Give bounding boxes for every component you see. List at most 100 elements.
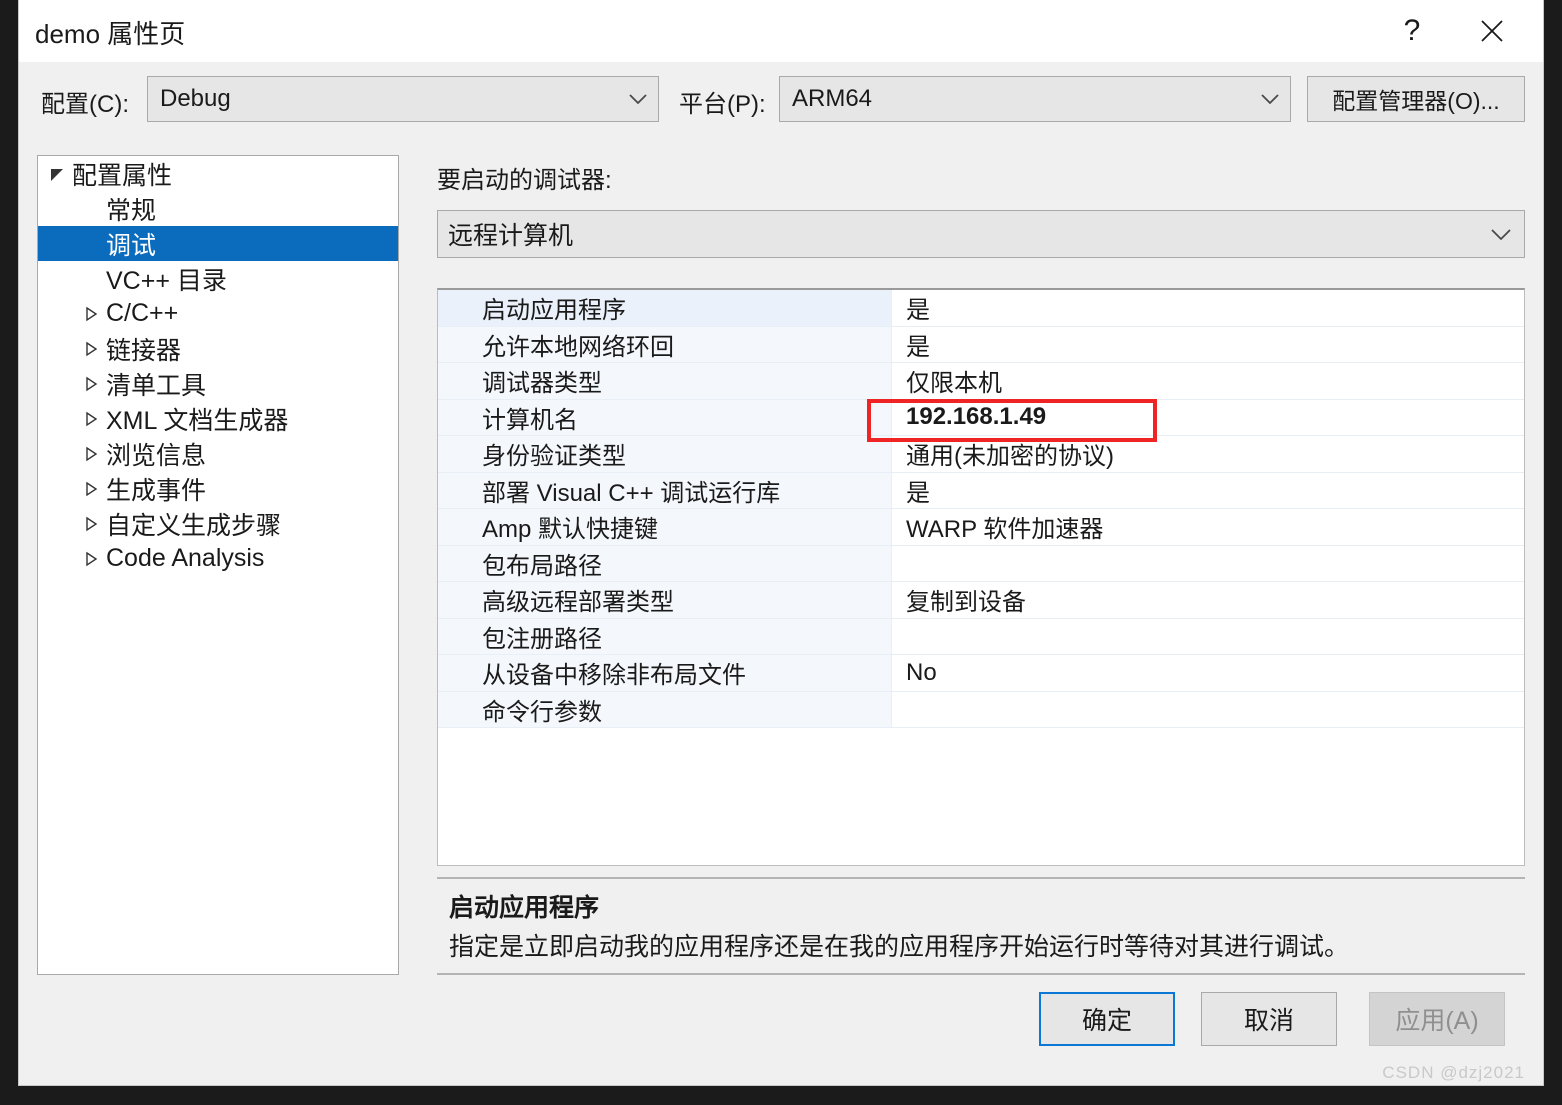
property-name: 允许本地网络环回	[438, 326, 892, 362]
configuration-value: Debug	[160, 85, 231, 112]
tree-item-label: 常规	[106, 196, 157, 225]
property-value[interactable]: No	[892, 655, 1524, 691]
configuration-bar: 配置(C): Debug 平台(P): ARM64 配置管理器(O)...	[19, 62, 1543, 140]
property-name: 身份验证类型	[438, 436, 892, 472]
close-icon	[1481, 20, 1503, 42]
tree-item-9[interactable]: 生成事件	[38, 471, 398, 506]
property-name: 计算机名	[438, 399, 892, 435]
property-name: 包注册路径	[438, 618, 892, 654]
property-row[interactable]: 高级远程部署类型 复制到设备	[438, 582, 1524, 619]
property-name: 命令行参数	[438, 691, 892, 727]
debugger-to-launch-label: 要启动的调试器:	[437, 167, 612, 194]
property-value[interactable]	[892, 692, 1524, 728]
tree-item-10[interactable]: 自定义生成步骤	[38, 506, 398, 541]
tree-item-label: C/C++	[106, 299, 179, 327]
expander-collapsed-icon[interactable]	[76, 305, 106, 323]
cancel-button[interactable]: 取消	[1201, 992, 1337, 1046]
close-button[interactable]	[1461, 0, 1523, 62]
expander-collapsed-icon[interactable]	[76, 480, 106, 498]
platform-select[interactable]: ARM64	[779, 76, 1291, 122]
expander-collapsed-icon[interactable]	[76, 445, 106, 463]
property-pages-dialog: demo 属性页 ? 配置(C): Debug 平台(P): ARM64 配置管…	[18, 0, 1544, 1086]
property-row[interactable]: Amp 默认快捷键 WARP 软件加速器	[438, 509, 1524, 546]
tree-item-label: 调试	[106, 231, 157, 260]
debugger-to-launch-value: 远程计算机	[448, 222, 574, 250]
help-button[interactable]: ?	[1381, 0, 1443, 62]
property-value[interactable]: WARP 软件加速器	[892, 509, 1524, 545]
tree-item-5[interactable]: 链接器	[38, 331, 398, 366]
property-row[interactable]: 允许本地网络环回是	[438, 326, 1524, 363]
property-value[interactable]: 通用(未加密的协议)	[892, 436, 1524, 472]
property-value[interactable]: 是	[892, 473, 1524, 509]
tree-item-label: XML 文档生成器	[106, 406, 289, 435]
property-value[interactable]: 是	[892, 327, 1524, 363]
tree-item-label: 自定义生成步骤	[106, 511, 282, 540]
ok-button[interactable]: 确定	[1039, 992, 1175, 1046]
configuration-label: 配置(C):	[41, 91, 129, 118]
property-value[interactable]	[892, 619, 1524, 655]
expander-collapsed-icon[interactable]	[76, 550, 106, 568]
apply-button: 应用(A)	[1369, 992, 1505, 1046]
dialog-title: demo 属性页	[35, 19, 186, 49]
configuration-properties-tree[interactable]: 配置属性常规调试 VC++ 目录 C/C++ 链接器清单工具 XML 文档生成器 浏览信息…	[37, 155, 399, 975]
tree-item-11[interactable]: Code Analysis	[38, 541, 398, 576]
title-bar: demo 属性页 ?	[19, 0, 1543, 62]
tree-item-6[interactable]: 清单工具	[38, 366, 398, 401]
platform-label: 平台(P):	[679, 91, 766, 118]
dialog-footer: 确定 取消 应用(A) CSDN @dzj2021	[19, 980, 1543, 1085]
property-row[interactable]: 部署 Visual C++ 调试运行库是	[438, 472, 1524, 509]
watermark: CSDN @dzj2021	[1382, 1063, 1525, 1082]
configuration-select[interactable]: Debug	[147, 76, 659, 122]
tree-item-label: Code Analysis	[106, 544, 265, 572]
property-grid[interactable]: 启动应用程序是允许本地网络环回是调试器类型 仅限本机 计算机名 192.168.1.4…	[437, 288, 1525, 866]
expander-collapsed-icon[interactable]	[76, 410, 106, 428]
property-row[interactable]: 身份验证类型 通用(未加密的协议)	[438, 436, 1524, 473]
property-name: 高级远程部署类型	[438, 582, 892, 618]
property-row[interactable]: 计算机名 192.168.1.49	[438, 399, 1524, 436]
description-body: 指定是立即启动我的应用程序还是在我的应用程序开始运行时等待对其进行调试。	[449, 933, 1350, 961]
property-name: 部署 Visual C++ 调试运行库	[438, 472, 892, 508]
property-row[interactable]: 调试器类型 仅限本机	[438, 363, 1524, 400]
tree-item-label: 生成事件	[106, 476, 207, 505]
configuration-manager-button[interactable]: 配置管理器(O)...	[1307, 76, 1525, 122]
tree-item-1[interactable]: 常规	[38, 191, 398, 226]
tree-item-7[interactable]: XML 文档生成器	[38, 401, 398, 436]
property-value[interactable]: 复制到设备	[892, 582, 1524, 618]
expander-expanded-icon[interactable]	[42, 165, 72, 183]
expander-collapsed-icon[interactable]	[76, 340, 106, 358]
tree-item-label: 清单工具	[106, 371, 207, 400]
property-value[interactable]: 192.168.1.49	[892, 400, 1524, 436]
tree-item-label: VC++ 目录	[106, 266, 227, 295]
property-value[interactable]: 仅限本机	[892, 363, 1524, 399]
property-row[interactable]: 从设备中移除非布局文件 No	[438, 655, 1524, 692]
property-description-panel: 启动应用程序 指定是立即启动我的应用程序还是在我的应用程序开始运行时等待对其进行…	[437, 877, 1525, 975]
tree-item-label: 浏览信息	[106, 441, 207, 470]
expander-collapsed-icon[interactable]	[76, 515, 106, 533]
property-row[interactable]: 包注册路径	[438, 618, 1524, 655]
property-row[interactable]: 命令行参数	[438, 691, 1524, 728]
property-row[interactable]: 包布局路径	[438, 545, 1524, 582]
platform-value: ARM64	[792, 85, 873, 112]
property-name: Amp 默认快捷键	[438, 509, 892, 545]
description-title: 启动应用程序	[449, 894, 600, 922]
tree-item-8[interactable]: 浏览信息	[38, 436, 398, 471]
tree-item-label: 链接器	[106, 336, 182, 365]
tree-item-0[interactable]: 配置属性	[38, 156, 398, 191]
property-row[interactable]: 启动应用程序是	[438, 290, 1524, 327]
expander-collapsed-icon[interactable]	[76, 375, 106, 393]
property-name: 从设备中移除非布局文件	[438, 655, 892, 691]
tree-item-3[interactable]: VC++ 目录	[38, 261, 398, 296]
property-name: 启动应用程序	[438, 290, 892, 326]
chevron-down-icon	[618, 92, 658, 106]
property-grid-empty-area	[438, 728, 1524, 828]
tree-item-2[interactable]: 调试	[38, 226, 398, 261]
debugger-to-launch-select[interactable]: 远程计算机	[437, 210, 1525, 258]
chevron-down-icon	[1250, 92, 1290, 106]
help-icon: ?	[1403, 14, 1421, 47]
property-name: 包布局路径	[438, 545, 892, 581]
debug-property-pane: 要启动的调试器: 远程计算机 启动应用程序是允许本地网络环回是调试器类型 仅限本机…	[419, 155, 1525, 975]
chevron-down-icon	[1478, 227, 1524, 242]
property-value[interactable]	[892, 546, 1524, 582]
tree-item-4[interactable]: C/C++	[38, 296, 398, 331]
property-value[interactable]: 是	[892, 290, 1524, 326]
